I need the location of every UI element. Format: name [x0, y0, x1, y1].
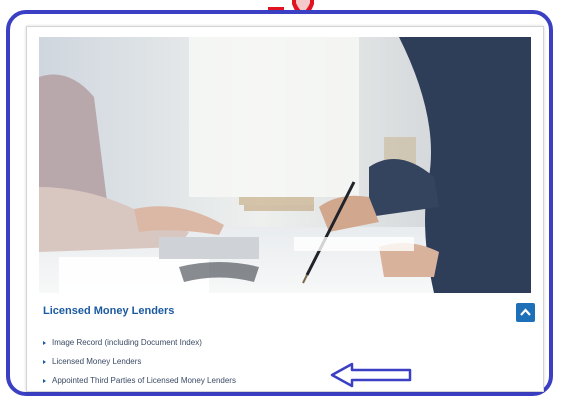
triangle-right-icon — [43, 378, 46, 383]
list-item-licensed-money-lenders[interactable]: Licensed Money Lenders — [43, 352, 236, 371]
link-label[interactable]: Appointed Third Parties of Licensed Mone… — [52, 374, 236, 387]
collapse-button[interactable] — [516, 303, 535, 322]
triangle-right-icon — [43, 359, 46, 364]
section-title: Licensed Money Lenders — [43, 305, 175, 317]
arrow-left-icon — [330, 362, 412, 393]
list-item-image-record[interactable]: Image Record (including Document Index) — [43, 333, 236, 352]
link-label[interactable]: Image Record (including Document Index) — [52, 336, 202, 349]
content-card: Licensed Money Lenders Image Record (inc… — [26, 26, 544, 392]
triangle-right-icon — [43, 340, 46, 345]
list-item-appointed-third-parties[interactable]: Appointed Third Parties of Licensed Mone… — [43, 371, 236, 390]
link-label[interactable]: Licensed Money Lenders — [52, 355, 141, 368]
hero-photo — [39, 37, 531, 293]
chevron-up-icon — [520, 308, 531, 316]
link-list: Image Record (including Document Index) … — [43, 333, 236, 390]
